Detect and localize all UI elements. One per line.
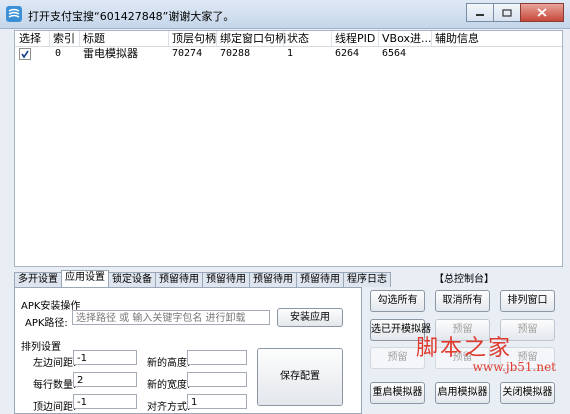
save-config-button[interactable]: 保存配置	[257, 348, 343, 406]
new-width-label: 新的宽度:	[147, 380, 191, 391]
new-width-input[interactable]	[187, 372, 247, 387]
apk-path-label: APK路径:	[25, 318, 68, 329]
tab-multi-open[interactable]: 多开设置	[14, 272, 62, 287]
col-header[interactable]: 绑定窗口句柄	[220, 32, 286, 46]
control-title: 【总控制台】	[434, 274, 494, 285]
col-header[interactable]: 索引	[53, 32, 75, 46]
col-header[interactable]: 状态	[287, 32, 309, 46]
watermark-logo: 脚本之家	[415, 336, 512, 361]
install-app-button[interactable]: 安装应用	[277, 308, 343, 327]
restart-emulator-button[interactable]: 重启模拟器	[370, 382, 425, 404]
tab-app-settings[interactable]: 应用设置	[61, 270, 109, 287]
tab-reserved[interactable]: 预留待用	[155, 272, 203, 287]
cell-vbox: 6564	[382, 48, 407, 59]
minimize-button[interactable]	[466, 3, 494, 22]
tab-reserved[interactable]: 预留待用	[296, 272, 344, 287]
tab-reserved[interactable]: 预留待用	[249, 272, 297, 287]
col-header[interactable]: 辅助信息	[435, 32, 479, 46]
start-emulator-button[interactable]: 启用模拟器	[435, 382, 490, 404]
cell-index: 0	[55, 48, 62, 59]
tab-strip: 多开设置 应用设置 锁定设备 预留待用 预留待用 预留待用 预留待用 程序日志	[14, 270, 391, 287]
left-margin-label: 左边间距:	[33, 358, 77, 369]
minimize-icon	[476, 13, 484, 16]
maximize-button[interactable]	[493, 3, 521, 22]
cell-title: 雷电模拟器	[83, 47, 138, 60]
new-height-input[interactable]	[187, 350, 247, 365]
window-title: 打开支付宝搜“601427848”谢谢大家了。	[28, 10, 235, 23]
settings-panel: 多开设置 应用设置 锁定设备 预留待用 预留待用 预留待用 预留待用 程序日志 …	[14, 270, 391, 414]
col-header[interactable]: 标题	[83, 32, 105, 46]
table-header: 选择 索引 标题 顶层句柄 绑定窗口句柄 状态 线程PID VBox进... 辅…	[15, 31, 562, 47]
col-header[interactable]: 顶层句柄	[172, 32, 216, 46]
checkmark-icon	[21, 50, 29, 59]
top-margin-label: 顶边间距:	[33, 402, 77, 413]
cell-top-handle: 70274	[172, 48, 203, 59]
col-header[interactable]: 选择	[19, 32, 41, 46]
align-input[interactable]: 1	[187, 394, 247, 409]
apk-path-input[interactable]: 选择路径 或 输入关键字包名 进行卸载	[72, 310, 270, 325]
title-bar: 打开支付宝搜“601427848”谢谢大家了。	[0, 0, 570, 29]
tab-lock-device[interactable]: 锁定设备	[108, 272, 156, 287]
tab-content: APK安装操作 APK路径: 选择路径 或 输入关键字包名 进行卸载 安装应用 …	[14, 287, 362, 414]
close-button[interactable]	[520, 3, 564, 22]
arrange-windows-button[interactable]: 排列窗口	[500, 290, 555, 312]
col-header[interactable]: 线程PID	[335, 32, 375, 46]
select-all-button[interactable]: 勾选所有	[370, 290, 425, 312]
cell-bind-handle: 70288	[220, 48, 251, 59]
new-height-label: 新的高度:	[147, 358, 191, 369]
per-row-label: 每行数量:	[33, 380, 77, 391]
tab-reserved[interactable]: 预留待用	[202, 272, 250, 287]
cell-thread-pid: 6264	[335, 48, 360, 59]
arrange-group-label: 排列设置	[21, 342, 61, 353]
row-checkbox[interactable]	[19, 48, 31, 60]
table-row[interactable]: 0 雷电模拟器 70274 70288 1 6264 6564	[15, 47, 562, 61]
watermark-url: www.jb51.net	[472, 360, 556, 374]
deselect-all-button[interactable]: 取消所有	[435, 290, 490, 312]
col-header[interactable]: VBox进...	[382, 32, 431, 46]
emulator-table[interactable]: 选择 索引 标题 顶层句柄 绑定窗口句柄 状态 线程PID VBox进... 辅…	[14, 30, 563, 267]
maximize-icon	[502, 8, 512, 17]
app-icon	[6, 6, 22, 22]
top-margin-input[interactable]: -1	[73, 394, 137, 409]
close-emulator-button[interactable]: 关闭模拟器	[500, 382, 555, 404]
per-row-input[interactable]: 2	[73, 372, 137, 387]
align-label: 对齐方式:	[147, 402, 191, 413]
close-icon	[537, 8, 547, 17]
left-margin-input[interactable]: -1	[73, 350, 137, 365]
cell-status: 1	[287, 48, 294, 59]
